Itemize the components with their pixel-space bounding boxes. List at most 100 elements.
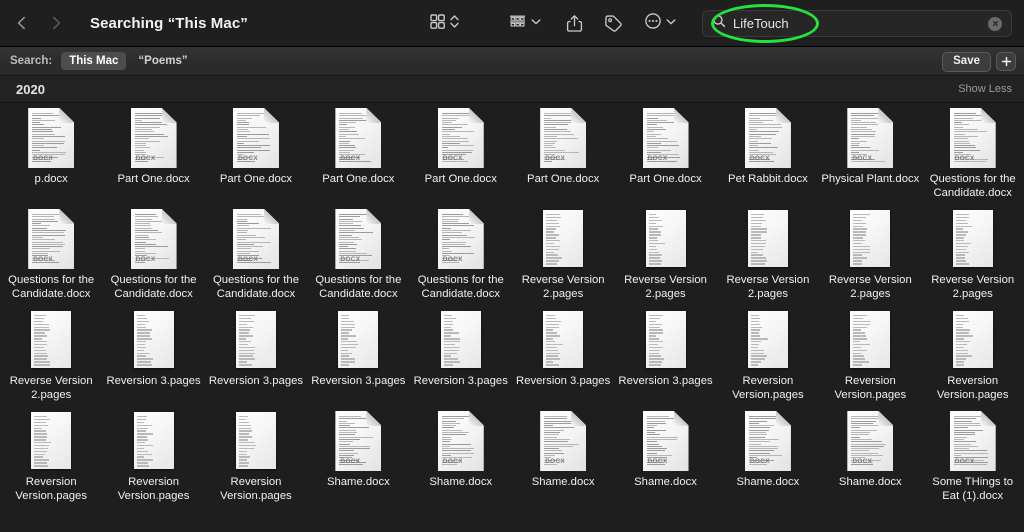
search-scope-bar: Search: This Mac “Poems” Save xyxy=(0,47,1024,76)
pages-file-icon xyxy=(335,310,381,370)
ellipsis-circle-icon[interactable] xyxy=(644,12,662,35)
file-item[interactable]: DOCX Shame.docx xyxy=(819,411,921,512)
tag-button[interactable] xyxy=(604,14,623,33)
file-item[interactable]: Reverse Version 2.pages xyxy=(512,209,614,310)
file-item[interactable]: DOCX Questions for the Candidate.docx xyxy=(102,209,204,310)
forward-button[interactable] xyxy=(48,15,64,31)
file-name-label: Pet Rabbit.docx xyxy=(728,173,808,185)
pages-file-icon xyxy=(847,310,893,370)
file-name-label: Reversion Version.pages xyxy=(117,476,190,502)
file-item[interactable]: DOCX Part One.docx xyxy=(102,108,204,209)
file-item[interactable]: Reverse Version 2.pages xyxy=(0,310,102,411)
share-button[interactable] xyxy=(566,14,583,33)
file-item[interactable]: Reverse Version 2.pages xyxy=(614,209,716,310)
group-by-group[interactable] xyxy=(508,13,542,35)
search-icon xyxy=(712,14,726,33)
docx-badge: DOCX xyxy=(237,155,258,162)
file-item[interactable]: Reversion 3.pages xyxy=(410,310,512,411)
file-item[interactable]: DOCX Pet Rabbit.docx xyxy=(717,108,819,209)
docx-file-icon: DOCX xyxy=(335,209,382,269)
file-item[interactable]: Reversion Version.pages xyxy=(0,411,102,512)
file-name-label: Part One.docx xyxy=(527,173,600,185)
file-item[interactable]: DOCX Part One.docx xyxy=(307,108,409,209)
file-item[interactable]: Reversion 3.pages xyxy=(102,310,204,411)
show-less-button[interactable]: Show Less xyxy=(958,83,1012,95)
file-item[interactable]: DOCX Shame.docx xyxy=(410,411,512,512)
file-item[interactable]: DOCX p.docx xyxy=(0,108,102,209)
add-criterion-button[interactable] xyxy=(996,52,1016,71)
file-name-label: Part One.docx xyxy=(629,173,702,185)
file-item[interactable]: Reversion 3.pages xyxy=(205,310,307,411)
file-name-label: Shame.docx xyxy=(634,476,697,488)
file-item[interactable]: Reverse Version 2.pages xyxy=(819,209,921,310)
file-name-label: Reversion Version.pages xyxy=(732,375,804,401)
file-item[interactable]: Reversion Version.pages xyxy=(922,310,1024,411)
scope-this-mac[interactable]: This Mac xyxy=(61,52,127,70)
file-item[interactable]: Reversion Version.pages xyxy=(717,310,819,411)
file-name-label: Shame.docx xyxy=(429,476,493,488)
docx-badge: DOCX xyxy=(749,155,770,162)
search-input[interactable]: LifeTouch xyxy=(733,16,789,31)
file-name-label: Reverse Version 2.pages xyxy=(828,274,912,300)
file-item[interactable]: Reversion 3.pages xyxy=(512,310,614,411)
file-item[interactable]: DOCX Questions for the Candidate.docx xyxy=(922,108,1024,209)
docx-file-icon: DOCX xyxy=(130,108,177,168)
docx-file-icon: DOCX xyxy=(540,411,587,471)
clear-search-icon[interactable] xyxy=(988,16,1002,31)
file-item[interactable]: Reverse Version 2.pages xyxy=(717,209,819,310)
file-name-label: Shame.docx xyxy=(326,476,390,488)
search-field[interactable]: LifeTouch xyxy=(702,10,1012,37)
file-item[interactable]: DOCX Shame.docx xyxy=(307,411,409,512)
docx-file-icon: DOCX xyxy=(232,209,279,269)
file-item[interactable]: Reversion 3.pages xyxy=(614,310,716,411)
chevron-updown-icon[interactable] xyxy=(449,13,460,35)
file-name-label: Reversion Version.pages xyxy=(220,476,292,502)
file-name-label: Reversion 3.pages xyxy=(516,375,611,387)
file-item[interactable]: Reversion 3.pages xyxy=(307,310,409,411)
file-item[interactable]: DOCX Part One.docx xyxy=(410,108,512,209)
more-actions-group[interactable] xyxy=(644,12,677,35)
pages-file-icon xyxy=(131,411,177,471)
file-item[interactable]: Reversion Version.pages xyxy=(102,411,204,512)
file-item[interactable]: DOCX Questions for the Candidate.docx xyxy=(205,209,307,310)
file-item[interactable]: DOCX Part One.docx xyxy=(614,108,716,209)
docx-file-icon: DOCX xyxy=(335,108,382,168)
file-item[interactable]: DOCX Questions for the Candidate.docx xyxy=(0,209,102,310)
back-button[interactable] xyxy=(14,15,30,31)
scope-poems[interactable]: “Poems” xyxy=(138,55,187,67)
file-name-label: Part One.docx xyxy=(117,173,190,185)
file-item[interactable]: DOCX Part One.docx xyxy=(512,108,614,209)
file-item[interactable]: DOCX Shame.docx xyxy=(512,411,614,512)
docx-file-icon: DOCX xyxy=(744,411,791,471)
file-item[interactable]: DOCX Questions for the Candidate.docx xyxy=(410,209,512,310)
pages-file-icon xyxy=(745,310,791,370)
file-item[interactable]: DOCX Shame.docx xyxy=(614,411,716,512)
file-name-label: Shame.docx xyxy=(736,476,800,488)
file-name-label: Physical Plant.docx xyxy=(821,173,920,185)
file-item[interactable]: Reversion Version.pages xyxy=(205,411,307,512)
docx-badge: DOCX xyxy=(340,256,361,263)
chevron-down-icon[interactable] xyxy=(665,13,677,35)
file-item[interactable]: DOCX Shame.docx xyxy=(717,411,819,512)
chevron-down-icon[interactable] xyxy=(530,13,542,35)
grid-view-icon[interactable] xyxy=(429,13,446,35)
docx-file-icon: DOCX xyxy=(335,411,382,471)
file-name-label: Questions for the Candidate.docx xyxy=(315,274,402,300)
file-item[interactable]: Reversion Version.pages xyxy=(819,310,921,411)
pages-file-icon xyxy=(438,310,484,370)
file-name-label: Questions for the Candidate.docx xyxy=(212,274,299,300)
file-item[interactable]: Reverse Version 2.pages xyxy=(922,209,1024,310)
docx-file-icon: DOCX xyxy=(437,411,484,471)
file-name-label: Shame.docx xyxy=(531,476,595,488)
file-name-label: Some THings to Eat (1).docx xyxy=(932,476,1014,502)
file-item[interactable]: DOCX Questions for the Candidate.docx xyxy=(307,209,409,310)
file-item[interactable]: DOCX Physical Plant.docx xyxy=(819,108,921,209)
group-by-icon[interactable] xyxy=(508,13,527,35)
file-item[interactable]: DOCX Some THings to Eat (1).docx xyxy=(922,411,1024,512)
view-options-group[interactable] xyxy=(429,13,460,35)
docx-badge: DOCX xyxy=(237,256,258,263)
docx-file-icon: DOCX xyxy=(949,411,996,471)
docx-file-icon: DOCX xyxy=(847,108,894,168)
save-search-button[interactable]: Save xyxy=(942,51,991,72)
file-item[interactable]: DOCX Part One.docx xyxy=(205,108,307,209)
